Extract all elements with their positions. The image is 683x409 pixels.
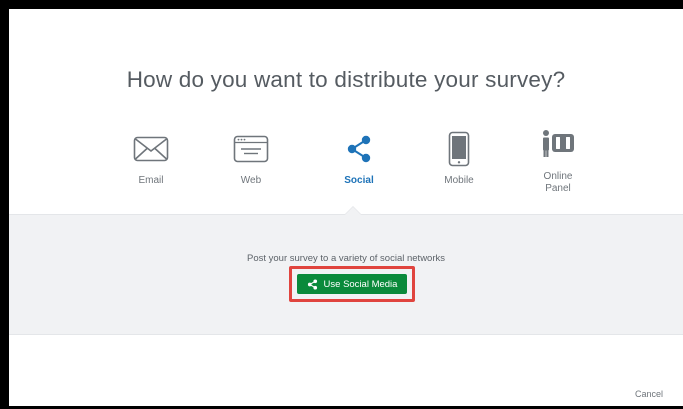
social-details-panel: Post your survey to a variety of social … — [9, 206, 683, 335]
panel-description: Post your survey to a variety of social … — [247, 253, 445, 264]
selection-pointer — [344, 206, 362, 215]
option-social-label: Social — [344, 175, 374, 186]
distribution-options: Email Web Social Mobile Online Panel — [9, 127, 683, 217]
dialog-title: How do you want to distribute your surve… — [126, 67, 566, 92]
use-social-media-label: Use Social Media — [323, 278, 398, 290]
people-panel-icon — [543, 130, 574, 157]
option-social[interactable]: Social — [319, 127, 399, 187]
option-online-panel[interactable]: Online Panel — [518, 127, 598, 195]
highlight-box: Use Social Media — [289, 266, 415, 302]
option-email[interactable]: Email — [111, 127, 191, 187]
cancel-button[interactable]: Cancel — [635, 389, 663, 399]
option-mobile[interactable]: Mobile — [419, 127, 499, 187]
envelope-icon — [133, 136, 169, 162]
distribute-survey-dialog: How do you want to distribute your surve… — [0, 0, 683, 409]
option-online-panel-label: Online Panel — [543, 171, 573, 194]
use-social-media-button[interactable]: Use Social Media — [297, 274, 407, 294]
option-email-label: Email — [138, 175, 164, 186]
phone-icon — [448, 131, 470, 167]
browser-window-icon — [233, 135, 269, 163]
option-mobile-label: Mobile — [444, 175, 474, 186]
share-icon — [307, 278, 317, 290]
option-web[interactable]: Web — [211, 127, 291, 187]
share-icon — [347, 135, 371, 163]
option-web-label: Web — [240, 175, 262, 186]
